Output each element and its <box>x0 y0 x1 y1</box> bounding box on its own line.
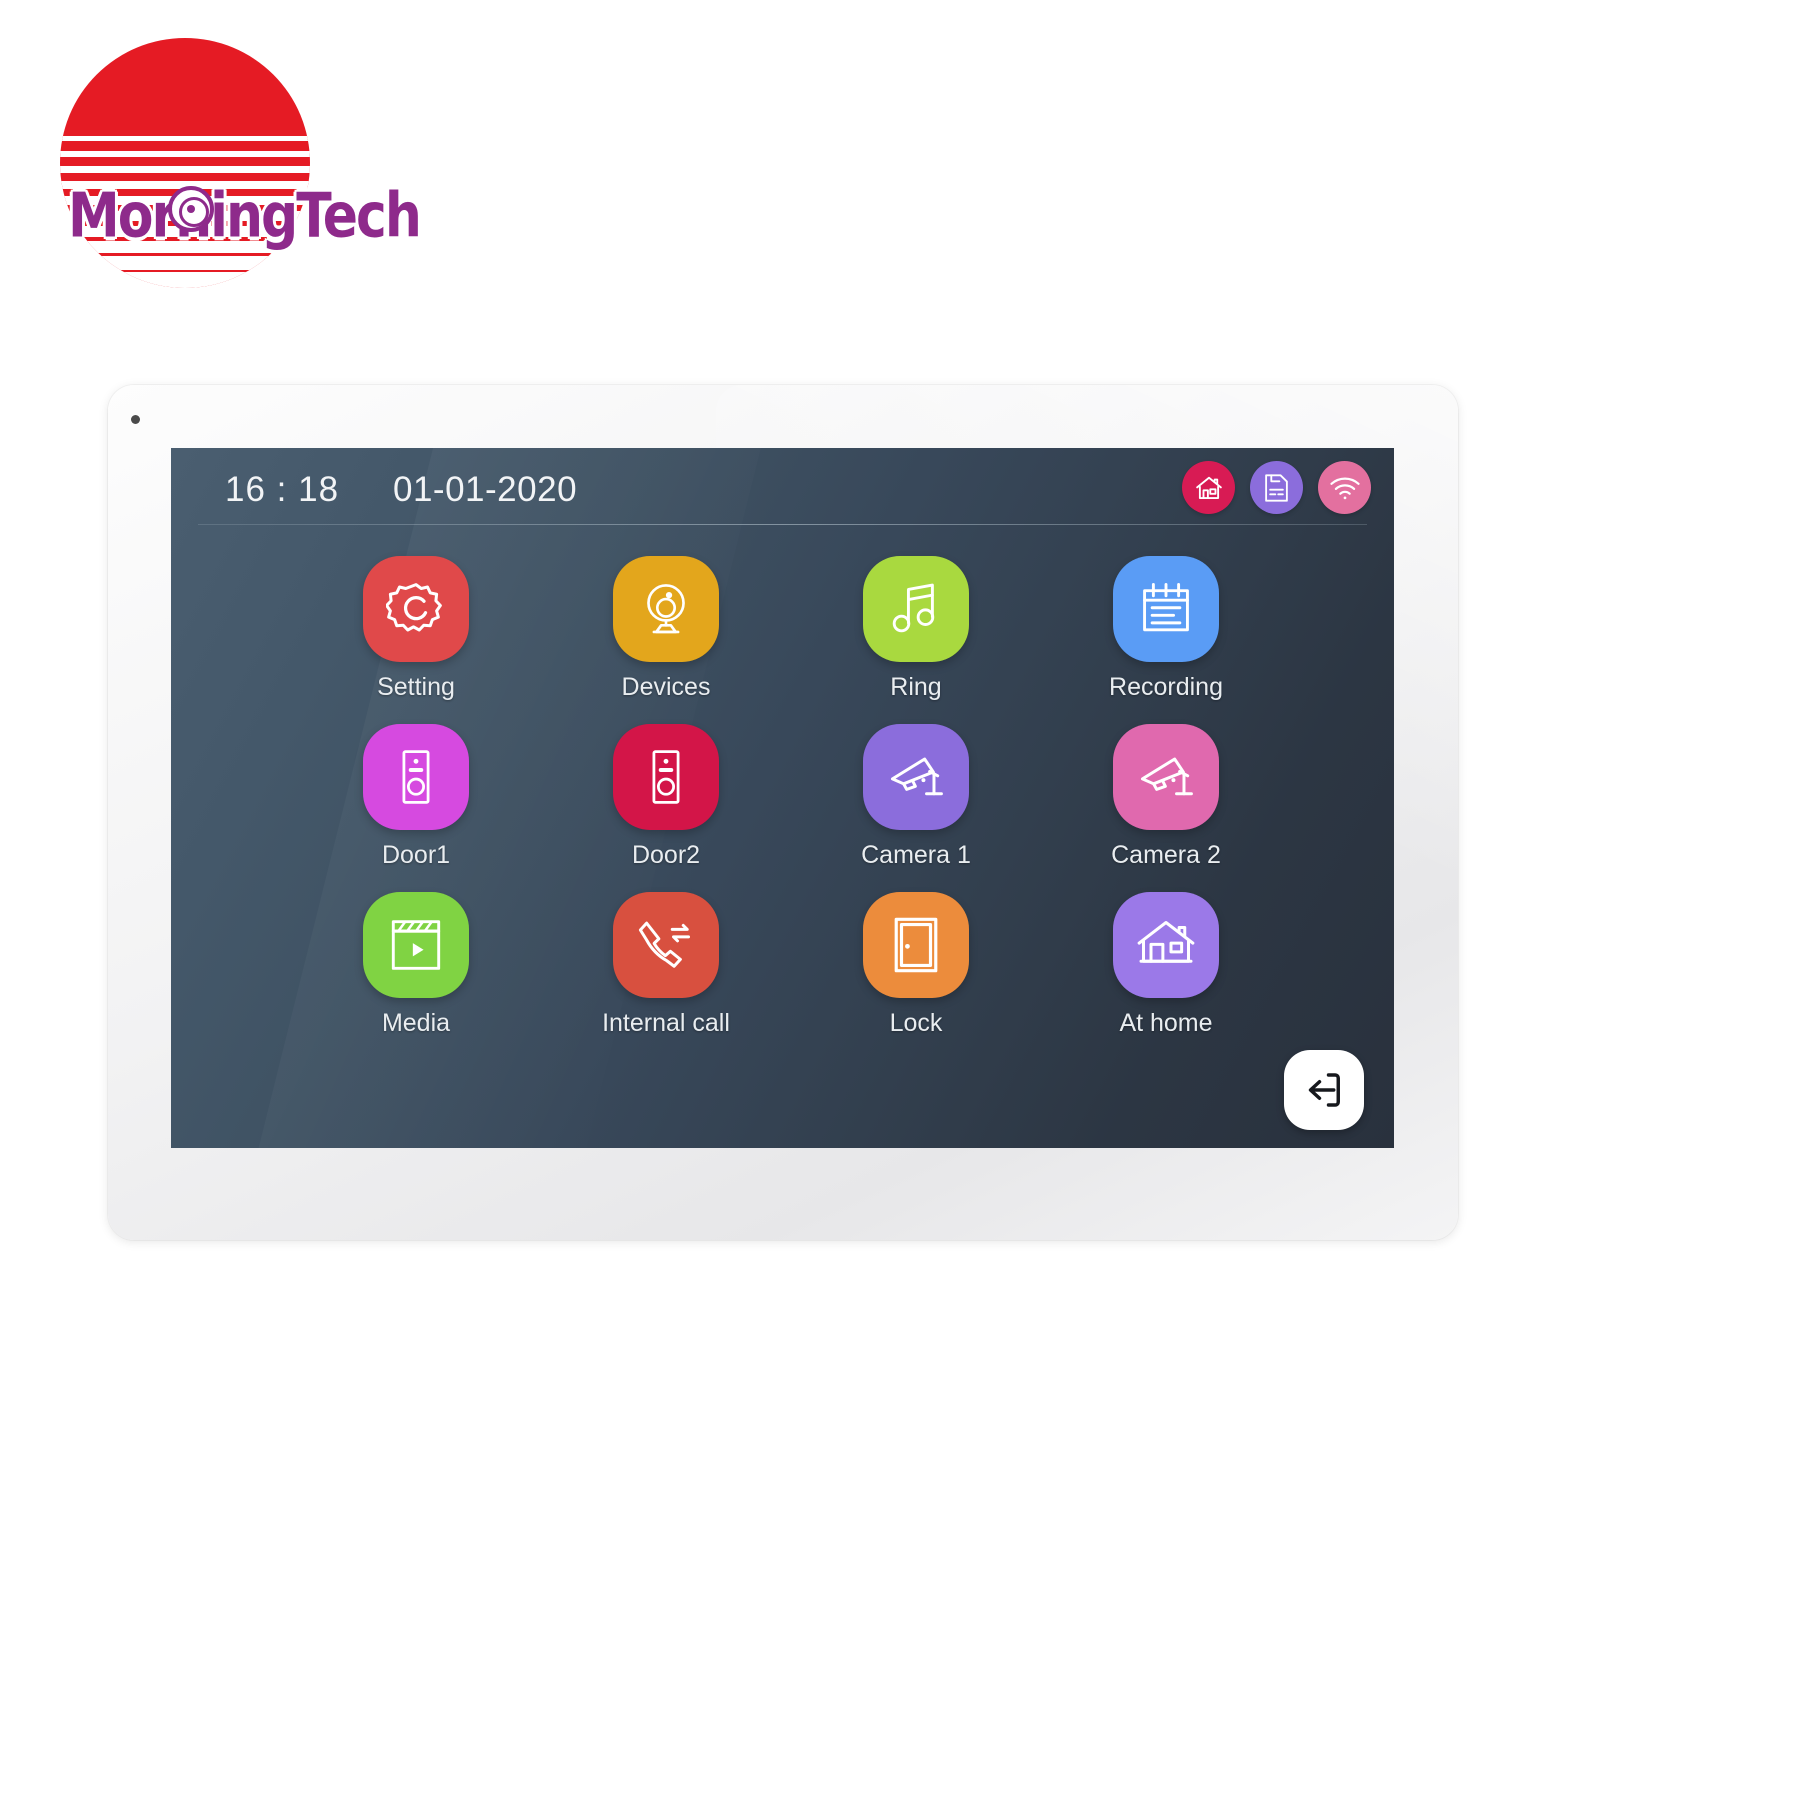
webcam-icon <box>637 580 695 638</box>
status-storage-button[interactable] <box>1250 461 1303 514</box>
status-bar-divider <box>198 524 1367 525</box>
clock-time: 16 : 18 <box>225 470 340 509</box>
app-label: Setting <box>377 673 455 701</box>
device-screen: 16 : 18 01-01-2020 Setting Devices Ring … <box>171 448 1394 1148</box>
home-icon <box>1194 473 1224 503</box>
recording-tile-bg[interactable] <box>1113 556 1219 662</box>
doorbell-icon <box>389 748 443 806</box>
app-label: Lock <box>889 1009 943 1037</box>
status-home-button[interactable] <box>1182 461 1235 514</box>
wifi-icon <box>1329 475 1361 501</box>
app-label: Media <box>381 1009 451 1037</box>
app-label: Door1 <box>381 841 451 869</box>
app-grid: Setting Devices Ring Recording Door1 Doo… <box>291 556 1291 1038</box>
music-note-icon <box>888 580 944 638</box>
app-tile-ring[interactable]: Ring <box>791 556 1041 702</box>
internal-call-tile-bg[interactable] <box>613 892 719 998</box>
target-ring-icon <box>168 186 214 232</box>
intercom-monitor-device: 16 : 18 01-01-2020 Setting Devices Ring … <box>108 385 1458 1240</box>
camera2-tile-bg[interactable] <box>1113 724 1219 830</box>
clock-date: 01-01-2020 <box>393 470 578 509</box>
at-home-tile-bg[interactable] <box>1113 892 1219 998</box>
cctv-camera-icon <box>885 749 947 805</box>
door2-tile-bg[interactable] <box>613 724 719 830</box>
back-button[interactable] <box>1284 1050 1364 1130</box>
app-tile-media[interactable]: Media <box>291 892 541 1038</box>
doorbell-icon <box>639 748 693 806</box>
app-tile-recording[interactable]: Recording <box>1041 556 1291 702</box>
app-label: Camera 1 <box>861 841 971 869</box>
camera1-tile-bg[interactable] <box>863 724 969 830</box>
app-label: Camera 2 <box>1111 841 1221 869</box>
exit-arrow-icon <box>1300 1066 1348 1114</box>
ring-tile-bg[interactable] <box>863 556 969 662</box>
devices-tile-bg[interactable] <box>613 556 719 662</box>
status-bar: 16 : 18 01-01-2020 <box>171 448 1394 526</box>
app-label: Internal call <box>602 1009 730 1037</box>
app-tile-devices[interactable]: Devices <box>541 556 791 702</box>
app-tile-camera-1[interactable]: Camera 1 <box>791 724 1041 870</box>
app-tile-lock[interactable]: Lock <box>791 892 1041 1038</box>
cctv-camera-icon <box>1135 749 1197 805</box>
setting-tile-bg[interactable] <box>363 556 469 662</box>
status-icon-group <box>1182 461 1371 514</box>
gear-icon <box>386 579 446 639</box>
app-tile-at-home[interactable]: At home <box>1041 892 1291 1038</box>
app-tile-setting[interactable]: Setting <box>291 556 541 702</box>
app-tile-door1[interactable]: Door1 <box>291 724 541 870</box>
notepad-icon <box>1137 580 1195 638</box>
call-transfer-icon <box>636 916 696 974</box>
app-tile-camera-2[interactable]: Camera 2 <box>1041 724 1291 870</box>
light-sensor-dot <box>131 415 140 424</box>
app-tile-internal-call[interactable]: Internal call <box>541 892 791 1038</box>
app-label: Devices <box>621 673 711 701</box>
app-label: Ring <box>890 673 942 701</box>
app-tile-door2[interactable]: Door2 <box>541 724 791 870</box>
status-wifi-button[interactable] <box>1318 461 1371 514</box>
app-label: Recording <box>1109 673 1223 701</box>
lock-tile-bg[interactable] <box>863 892 969 998</box>
media-tile-bg[interactable] <box>363 892 469 998</box>
app-label: At home <box>1119 1009 1213 1037</box>
door-icon <box>890 916 942 974</box>
brand-logo: MorningTech <box>60 38 422 288</box>
house-icon <box>1136 918 1196 972</box>
clapperboard-icon <box>387 917 445 973</box>
door1-tile-bg[interactable] <box>363 724 469 830</box>
sd-card-icon <box>1263 473 1290 503</box>
app-label: Door2 <box>631 841 701 869</box>
